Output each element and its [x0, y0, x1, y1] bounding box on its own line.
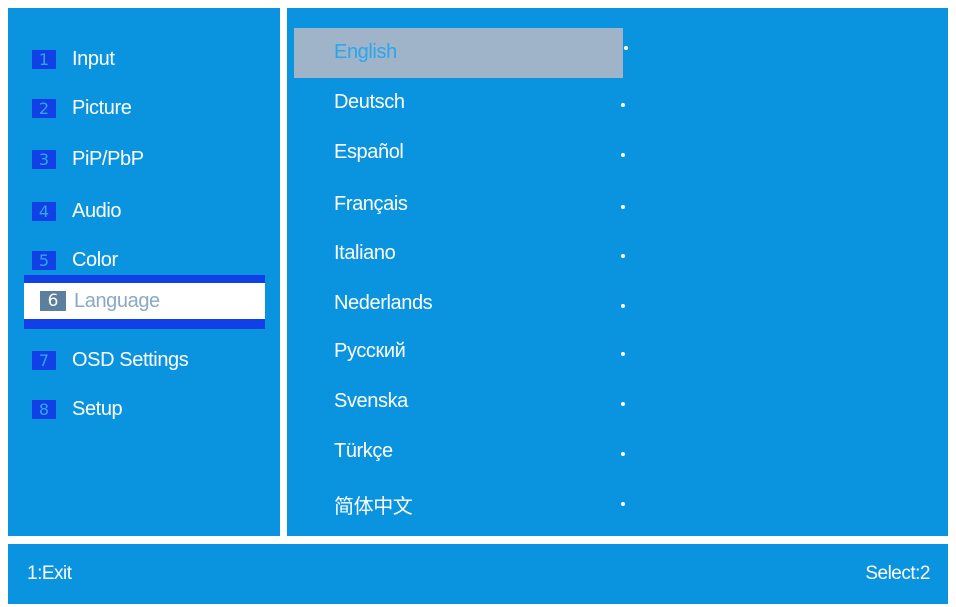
menu-number-badge: 3	[32, 150, 56, 169]
menu-number-badge: 2	[32, 99, 56, 118]
option-dot	[621, 352, 625, 356]
menu-item-label: OSD Settings	[72, 349, 189, 371]
menu-number-badge: 5	[32, 251, 56, 270]
menu-item-pip-pbp[interactable]: 3 PiP/PbP	[8, 140, 280, 180]
language-label: Nederlands	[334, 292, 433, 314]
language-option-svenska[interactable]: Svenska	[287, 381, 948, 425]
exit-hint: 1:Exit	[27, 563, 72, 584]
menu-item-label: Input	[72, 48, 115, 70]
language-option-russian[interactable]: Русский	[287, 331, 948, 375]
option-dot	[621, 502, 625, 506]
option-dot	[621, 452, 625, 456]
option-dot	[621, 153, 625, 157]
menu-number-badge: 7	[32, 351, 56, 370]
menu-number-badge: 6	[40, 291, 66, 311]
menu-item-osd-settings[interactable]: 7 OSD Settings	[8, 341, 280, 381]
menu-item-label: Audio	[72, 200, 122, 222]
menu-item-label: Picture	[72, 97, 132, 119]
menu-item-label: Language	[74, 290, 160, 312]
menu-item-label: PiP/PbP	[72, 148, 144, 170]
menu-number-badge: 4	[32, 202, 56, 221]
language-option-espanol[interactable]: Español	[287, 132, 948, 176]
language-label: Türkçe	[334, 440, 393, 462]
menu-item-label: Color	[72, 249, 118, 271]
language-label: Italiano	[334, 242, 396, 264]
language-label: Español	[334, 141, 404, 163]
option-dot	[621, 254, 625, 258]
option-dot	[624, 46, 628, 50]
option-dot	[621, 205, 625, 209]
option-dot	[621, 304, 625, 308]
menu-item-label: Setup	[72, 398, 123, 420]
language-option-chinese[interactable]: 简体中文	[287, 481, 948, 525]
menu-item-audio[interactable]: 4 Audio	[8, 192, 280, 232]
language-option-deutsch[interactable]: Deutsch	[287, 82, 948, 126]
language-label: English	[334, 41, 397, 63]
menu-number-badge: 8	[32, 400, 56, 419]
option-dot	[621, 103, 625, 107]
language-label: Français	[334, 193, 408, 215]
language-label: 简体中文	[334, 496, 413, 518]
language-option-nederlands[interactable]: Nederlands	[287, 283, 948, 327]
menu-item-picture[interactable]: 2 Picture	[8, 89, 280, 129]
selected-row-highlight: 6 Language	[24, 283, 265, 319]
option-dot	[621, 402, 625, 406]
language-option-italiano[interactable]: Italiano	[287, 233, 948, 277]
menu-item-input[interactable]: 1 Input	[8, 40, 280, 80]
footer-bar: 1:Exit Select:2	[8, 544, 948, 604]
menu-item-language[interactable]: 6 Language	[24, 275, 265, 329]
select-hint: Select:2	[865, 563, 930, 584]
language-option-francais[interactable]: Français	[287, 184, 948, 228]
language-label: Svenska	[334, 390, 408, 412]
menu-item-setup[interactable]: 8 Setup	[8, 390, 280, 430]
language-label: Deutsch	[334, 91, 405, 113]
language-options-panel: English Deutsch Español Français Italian…	[287, 8, 948, 536]
language-option-english[interactable]: English	[287, 28, 948, 78]
main-menu-panel: 1 Input 2 Picture 3 PiP/PbP 4 Audio 5 Co…	[8, 8, 280, 536]
language-option-turkce[interactable]: Türkçe	[287, 431, 948, 475]
menu-number-badge: 1	[32, 50, 56, 69]
language-label: Русский	[334, 340, 406, 362]
